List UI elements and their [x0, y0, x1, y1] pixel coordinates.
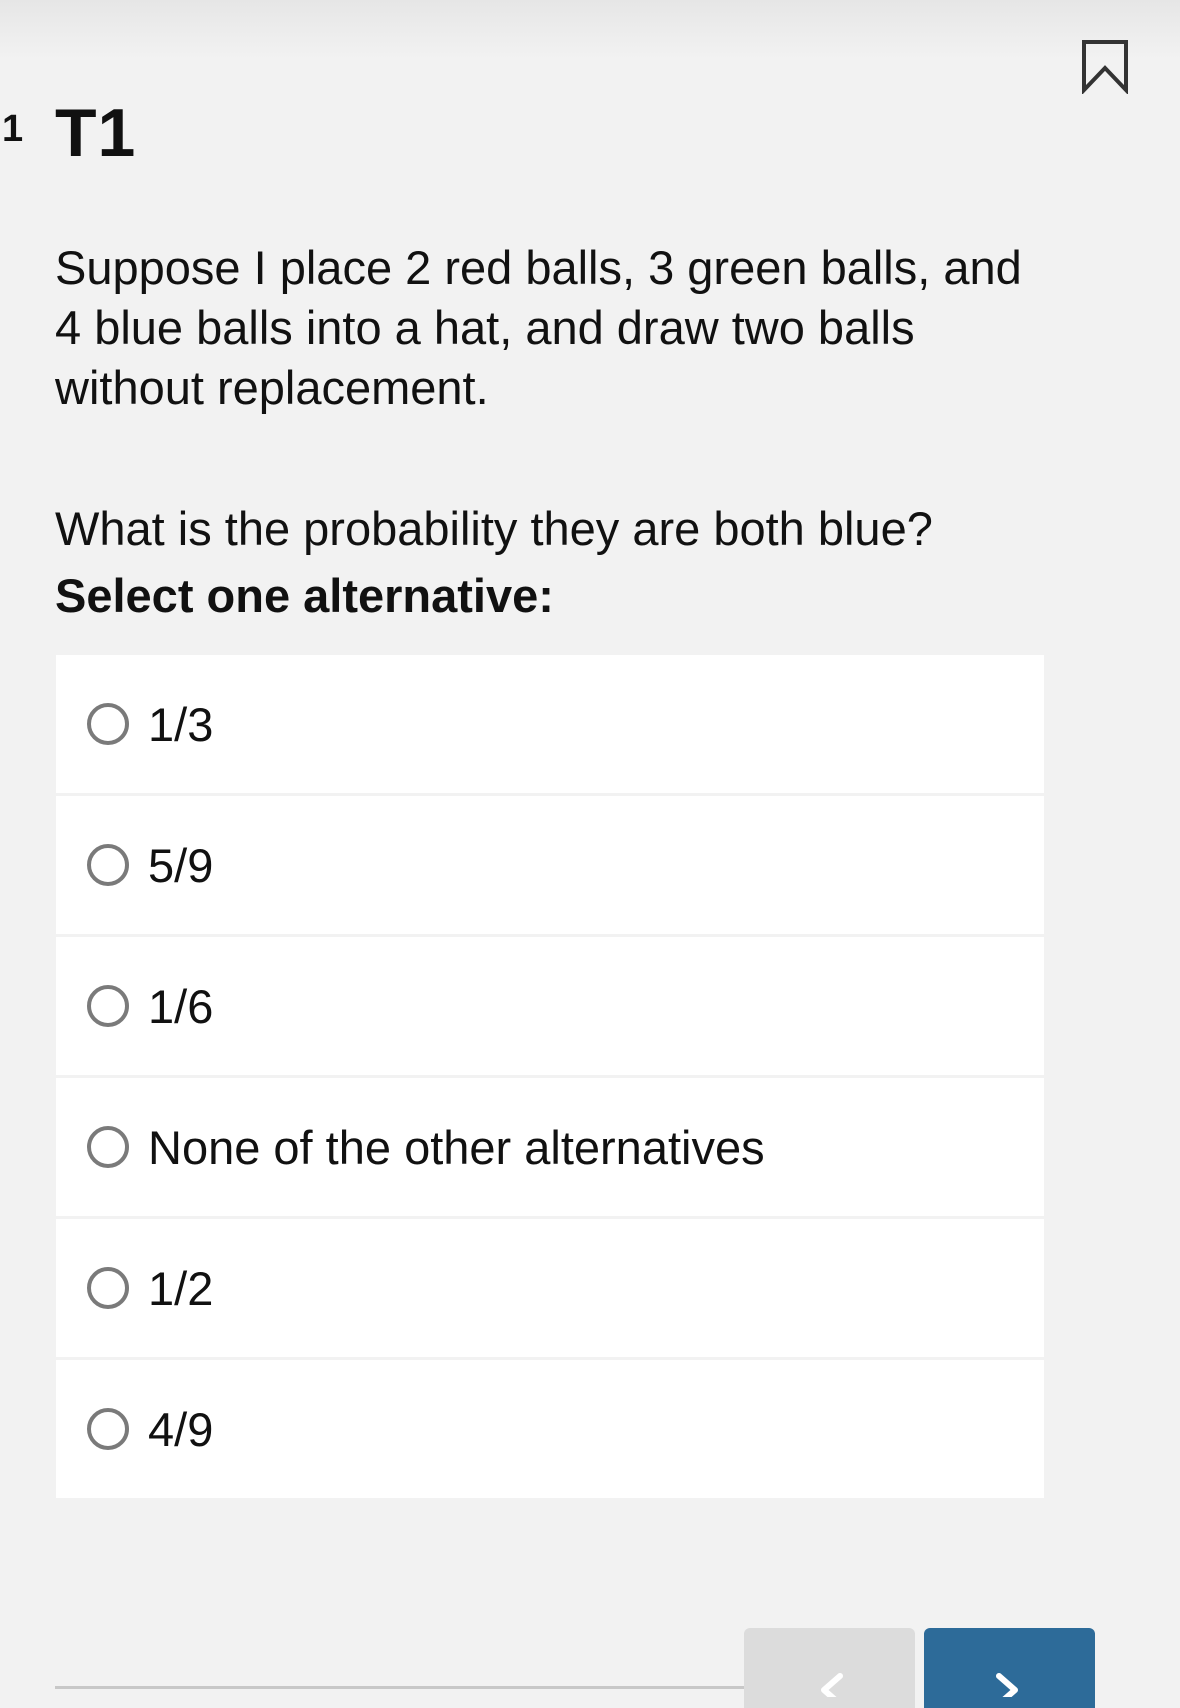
top-shade	[0, 0, 1180, 60]
radio-button[interactable]	[87, 1267, 129, 1309]
option-5[interactable]: 1/2	[56, 1219, 1044, 1357]
option-2[interactable]: 5/9	[56, 796, 1044, 934]
option-3[interactable]: 1/6	[56, 937, 1044, 1075]
chevron-left-icon	[821, 1673, 843, 1697]
bookmark-icon[interactable]	[1080, 38, 1130, 94]
option-4[interactable]: None of the other alternatives	[56, 1078, 1044, 1216]
answer-options: 1/3 5/9 1/6 None of the other alternativ…	[56, 655, 1044, 1501]
answer-instruction: Select one alternative:	[55, 569, 554, 622]
option-label: 1/2	[148, 1261, 214, 1315]
option-label: 1/6	[148, 979, 214, 1033]
question-title: T1	[55, 95, 137, 171]
question-prompt: Suppose I place 2 red balls, 3 green bal…	[55, 241, 1022, 414]
chevron-right-icon	[996, 1673, 1018, 1697]
option-label: 5/9	[148, 838, 214, 892]
option-1[interactable]: 1/3	[56, 655, 1044, 793]
radio-button[interactable]	[87, 985, 129, 1027]
question-text: What is the probability they are both bl…	[55, 502, 933, 555]
option-label: 4/9	[148, 1402, 214, 1456]
previous-button[interactable]	[744, 1628, 915, 1708]
question-number: 1	[2, 108, 24, 150]
radio-button[interactable]	[87, 1408, 129, 1450]
next-button[interactable]	[924, 1628, 1095, 1708]
option-label: None of the other alternatives	[148, 1120, 765, 1174]
radio-button[interactable]	[87, 703, 129, 745]
option-6[interactable]: 4/9	[56, 1360, 1044, 1498]
footer-divider	[55, 1686, 745, 1689]
option-label: 1/3	[148, 697, 214, 751]
radio-button[interactable]	[87, 1126, 129, 1168]
radio-button[interactable]	[87, 844, 129, 886]
